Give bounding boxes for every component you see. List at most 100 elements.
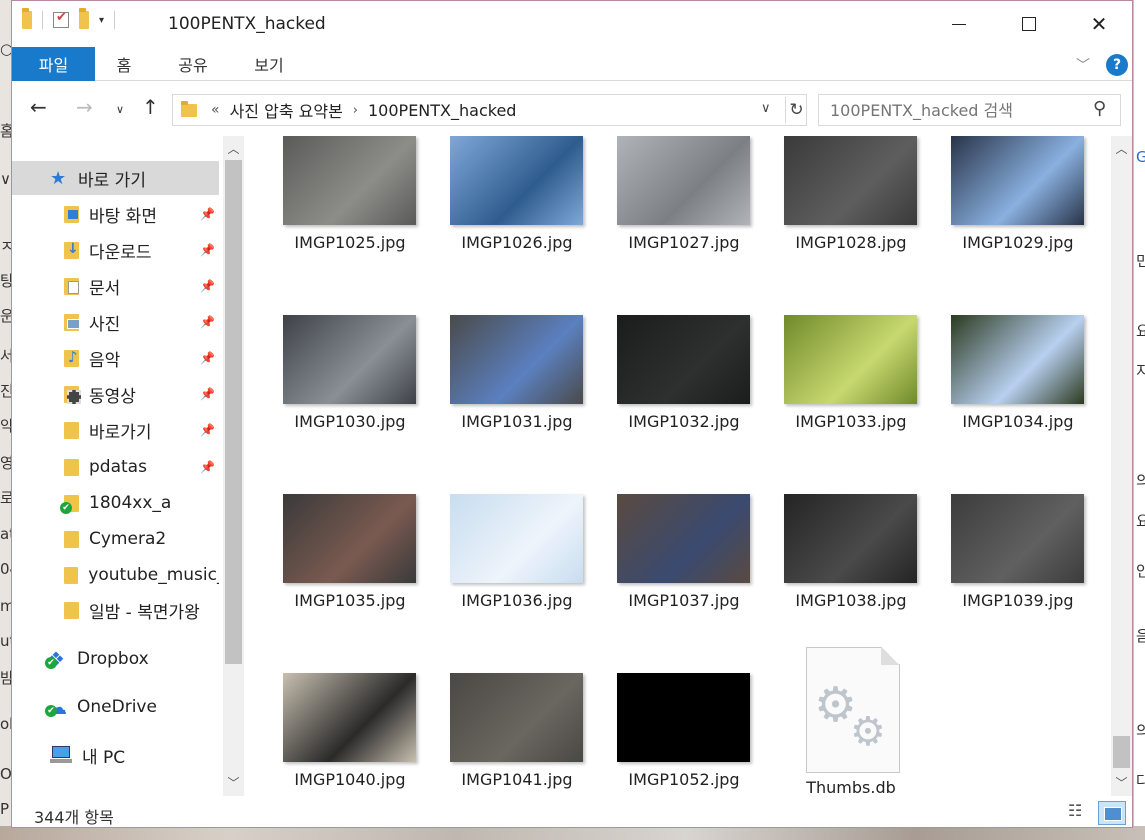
scroll-up-icon[interactable]: ︿ <box>1111 138 1132 158</box>
sidebar-item-music[interactable]: 음악 📌 <box>12 341 219 375</box>
image-thumbnail <box>283 315 416 404</box>
sidebar-item-label: 바로가기 <box>89 422 152 443</box>
scroll-down-icon[interactable]: ﹀ <box>223 772 244 792</box>
image-thumbnail <box>283 136 416 225</box>
sidebar-item-cymera2[interactable]: Cymera2 <box>12 522 219 556</box>
sidebar-item-youtube-music[interactable]: youtube_music_ <box>12 558 219 592</box>
pin-icon[interactable]: 📌 <box>200 351 215 365</box>
sidebar-item-1804xx-a[interactable]: 1804xx_a <box>12 486 219 520</box>
file-item[interactable]: IMGP1035.jpg <box>250 448 416 618</box>
image-thumbnail <box>784 494 917 583</box>
file-item[interactable]: IMGP1034.jpg <box>918 269 1084 439</box>
sidebar-item-masked-singer[interactable]: 일밤 - 복면가왕 <box>12 593 219 627</box>
pin-icon[interactable]: 📌 <box>200 207 215 221</box>
back-arrow-icon[interactable]: ← <box>30 95 47 119</box>
file-item[interactable]: IMGP1041.jpg <box>417 627 583 796</box>
pin-icon[interactable]: 📌 <box>200 460 215 474</box>
synced-folder-icon <box>60 494 79 514</box>
folder-icon <box>64 601 79 619</box>
breadcrumb-parent[interactable]: 사진 압축 요약본 <box>230 98 343 122</box>
file-item[interactable]: ⚙ ⚙ Thumbs.db <box>751 627 901 796</box>
customize-toolbar-caret-icon[interactable]: ▾ <box>99 15 104 26</box>
properties-icon[interactable] <box>53 10 69 28</box>
sidebar-item-pdatas[interactable]: pdatas 📌 <box>12 450 219 484</box>
address-bar[interactable]: « 사진 압축 요약본 › 100PENTX_hacked ∨ ↻ <box>172 94 807 126</box>
tab-share[interactable]: 공유 <box>168 47 218 81</box>
nav-pane-scrollbar[interactable]: ︿ ﹀ <box>223 136 244 796</box>
image-thumbnail <box>450 315 583 404</box>
pin-icon[interactable]: 📌 <box>200 279 215 293</box>
file-item[interactable]: IMGP1038.jpg <box>751 448 917 618</box>
large-icons-view-icon[interactable] <box>1098 801 1126 825</box>
bg-fragment: 다 <box>1136 772 1145 790</box>
toolbar-divider <box>114 11 116 29</box>
pin-icon[interactable]: 📌 <box>200 315 215 329</box>
title-bar: ▾ 100PENTX_hacked ✕ <box>12 1 1132 47</box>
pin-icon[interactable]: 📌 <box>200 387 215 401</box>
file-item[interactable]: IMGP1033.jpg <box>751 269 917 439</box>
documents-folder-icon <box>64 277 79 295</box>
file-item[interactable]: IMGP1026.jpg <box>417 136 583 260</box>
sidebar-item-dropbox[interactable]: ❖✔ Dropbox <box>12 642 219 676</box>
new-folder-icon[interactable] <box>79 8 89 29</box>
breadcrumb-overflow-icon[interactable]: « <box>211 102 220 118</box>
sidebar-item-onedrive[interactable]: ☁ ✔ OneDrive <box>12 690 219 724</box>
file-item[interactable]: IMGP1037.jpg <box>584 448 750 618</box>
search-input[interactable] <box>830 100 1080 120</box>
sidebar-item-desktop[interactable]: 바탕 화면 📌 <box>12 197 219 231</box>
scroll-up-icon[interactable]: ︿ <box>223 138 244 158</box>
tab-view[interactable]: 보기 <box>244 47 294 81</box>
scroll-thumb[interactable] <box>225 160 242 664</box>
pin-icon[interactable]: 📌 <box>200 243 215 257</box>
search-box[interactable]: ⚲ <box>818 94 1121 126</box>
sidebar-item-partial[interactable]: ... <box>12 781 219 796</box>
file-item[interactable]: IMGP1036.jpg <box>417 448 583 618</box>
sidebar-item-label: 바탕 화면 <box>89 206 157 227</box>
expand-ribbon-chevron-icon[interactable]: ﹀ <box>1076 55 1090 75</box>
sidebar-item-pictures[interactable]: 사진 📌 <box>12 305 219 339</box>
sidebar-item-shortcuts[interactable]: 바로가기 📌 <box>12 413 219 447</box>
sidebar-item-documents[interactable]: 문서 📌 <box>12 269 219 303</box>
file-item[interactable]: IMGP1039.jpg <box>918 448 1084 618</box>
tab-home[interactable]: 홈 <box>104 47 144 81</box>
close-button[interactable]: ✕ <box>1064 1 1134 47</box>
breadcrumb-current[interactable]: 100PENTX_hacked <box>368 101 516 120</box>
recent-locations-chevron-icon[interactable]: ∨ <box>116 103 124 116</box>
file-item[interactable]: IMGP1027.jpg <box>584 136 750 260</box>
help-button[interactable]: ? <box>1106 54 1128 76</box>
scroll-down-icon[interactable]: ﹀ <box>1111 772 1132 792</box>
sidebar-item-downloads[interactable]: 다운로드 📌 <box>12 233 219 267</box>
details-view-icon[interactable]: ☷ <box>1068 801 1090 823</box>
maximize-button[interactable] <box>994 1 1064 47</box>
forward-arrow-icon[interactable]: → <box>76 95 93 119</box>
up-arrow-icon[interactable]: ↑ <box>142 95 159 119</box>
file-item[interactable]: IMGP1032.jpg <box>584 269 750 439</box>
sidebar-item-this-pc[interactable]: 내 PC <box>12 738 219 772</box>
bg-fragment: 지 <box>1136 362 1145 380</box>
search-icon[interactable]: ⚲ <box>1093 98 1106 119</box>
scroll-thumb[interactable] <box>1113 736 1130 768</box>
sidebar-item-label: 동영상 <box>89 386 136 407</box>
file-item[interactable]: IMGP1052.jpg <box>584 627 750 796</box>
file-item[interactable]: IMGP1028.jpg <box>751 136 917 260</box>
refresh-icon[interactable]: ↻ <box>785 97 807 123</box>
sidebar-item-label: 다운로드 <box>89 242 152 263</box>
image-thumbnail <box>450 673 583 762</box>
file-item[interactable]: IMGP1040.jpg <box>250 627 416 796</box>
minimize-button[interactable] <box>924 1 994 47</box>
file-item[interactable]: IMGP1031.jpg <box>417 269 583 439</box>
sidebar-item-quick-access[interactable]: ★ 바로 가기 <box>12 161 219 195</box>
file-item[interactable]: IMGP1029.jpg <box>918 136 1084 260</box>
image-thumbnail <box>450 136 583 225</box>
tab-file[interactable]: 파일 <box>12 47 95 81</box>
address-history-chevron-icon[interactable]: ∨ <box>761 101 771 116</box>
pin-icon[interactable]: 📌 <box>200 423 215 437</box>
bg-fragment: 인 <box>1136 562 1145 580</box>
content-scrollbar[interactable]: ︿ ﹀ <box>1111 136 1132 796</box>
folder-icon <box>64 421 79 439</box>
file-item[interactable]: IMGP1030.jpg <box>250 269 416 439</box>
breadcrumb-chevron-icon[interactable]: › <box>353 103 358 118</box>
sidebar-item-videos[interactable]: 동영상 📌 <box>12 377 219 411</box>
sidebar-item-label: 문서 <box>89 278 121 299</box>
file-item[interactable]: IMGP1025.jpg <box>250 136 416 260</box>
